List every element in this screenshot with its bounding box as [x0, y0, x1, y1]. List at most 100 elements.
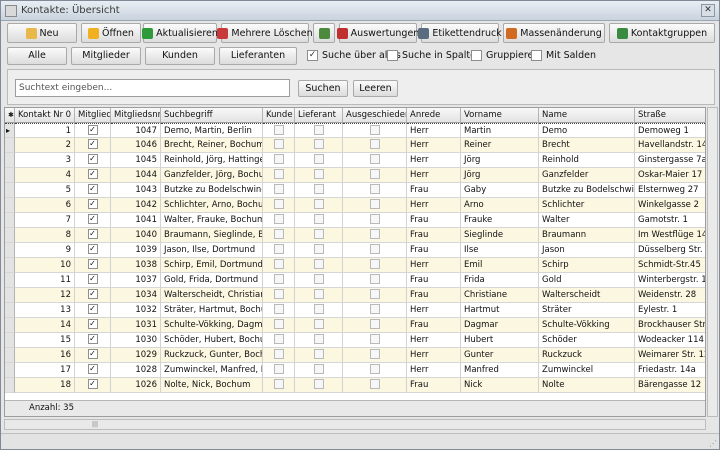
checkbox[interactable]: ✓: [87, 363, 98, 374]
filter-check-2[interactable]: Gruppieren: [471, 50, 539, 61]
cell-mitglied[interactable]: ✓: [75, 228, 111, 243]
cell-ausgeschieden[interactable]: [343, 153, 407, 168]
cell-ausgeschieden[interactable]: [343, 183, 407, 198]
resize-grip-icon[interactable]: ⋰: [709, 439, 717, 448]
checkbox[interactable]: [531, 50, 542, 61]
filter-button-kunden[interactable]: Kunden: [145, 47, 215, 65]
checkbox[interactable]: [273, 258, 284, 269]
checkbox[interactable]: [273, 288, 284, 299]
filter-check-1[interactable]: Suche in Spalten: [387, 50, 482, 61]
cell-ausgeschieden[interactable]: [343, 138, 407, 153]
checkbox[interactable]: [313, 273, 324, 284]
checkbox[interactable]: ✓: [307, 50, 318, 61]
cell-kunde[interactable]: [263, 318, 295, 333]
checkbox[interactable]: [313, 258, 324, 269]
cell-kunde[interactable]: [263, 138, 295, 153]
cell-ausgeschieden[interactable]: [343, 243, 407, 258]
cell-mitglied[interactable]: ✓: [75, 183, 111, 198]
table-row[interactable]: 18 ✓ 1026 Nolte, Nick, Bochum Frau Nick Nolte B…: [5, 378, 705, 393]
export-button[interactable]: [313, 23, 335, 43]
cell-ausgeschieden[interactable]: [343, 273, 407, 288]
checkbox[interactable]: [369, 363, 380, 374]
checkbox[interactable]: [313, 228, 324, 239]
checkbox[interactable]: ✓: [87, 243, 98, 254]
row-indicator[interactable]: [5, 243, 15, 258]
checkbox[interactable]: ✓: [87, 168, 98, 179]
cell-lieferant[interactable]: [295, 198, 343, 213]
row-indicator[interactable]: [5, 333, 15, 348]
filter-button-alle[interactable]: Alle: [7, 47, 67, 65]
checkbox[interactable]: [313, 243, 324, 254]
checkbox[interactable]: [273, 168, 284, 179]
filter-button-lieferanten[interactable]: Lieferanten: [219, 47, 297, 65]
cell-mitglied[interactable]: ✓: [75, 198, 111, 213]
checkbox[interactable]: [369, 303, 380, 314]
cell-mitglied[interactable]: ✓: [75, 243, 111, 258]
cell-kunde[interactable]: [263, 168, 295, 183]
mehrere-loeschen-button[interactable]: Mehrere Löschen: [217, 23, 313, 43]
checkbox[interactable]: [273, 303, 284, 314]
checkbox[interactable]: ✓: [87, 183, 98, 194]
cell-mitglied[interactable]: ✓: [75, 168, 111, 183]
row-indicator[interactable]: [5, 378, 15, 393]
cell-lieferant[interactable]: [295, 363, 343, 378]
checkbox[interactable]: ✓: [87, 318, 98, 329]
checkbox[interactable]: ✓: [87, 138, 98, 149]
checkbox[interactable]: ✓: [87, 198, 98, 209]
search-button[interactable]: Suchen: [298, 80, 348, 97]
column-header-7[interactable]: Anrede: [407, 108, 461, 123]
row-indicator[interactable]: [5, 138, 15, 153]
cell-ausgeschieden[interactable]: [343, 213, 407, 228]
cell-mitglied[interactable]: ✓: [75, 348, 111, 363]
table-row[interactable]: 10 ✓ 1038 Schirp, Emil, Dortmund Herr Emil Sch…: [5, 258, 705, 273]
column-header-4[interactable]: Kunde: [263, 108, 295, 123]
neu-button[interactable]: Neu: [7, 23, 77, 43]
cell-lieferant[interactable]: [295, 258, 343, 273]
cell-ausgeschieden[interactable]: [343, 258, 407, 273]
aktualisieren-button[interactable]: Aktualisieren: [142, 23, 218, 43]
cell-ausgeschieden[interactable]: [343, 348, 407, 363]
checkbox[interactable]: [369, 318, 380, 329]
row-indicator[interactable]: [5, 198, 15, 213]
table-row[interactable]: 17 ✓ 1028Zumwinckel, Manfred, Boc HerrManfr…: [5, 363, 705, 378]
table-row[interactable]: 3 ✓ 1045 Reinhold, Jörg, Hattingen Herr Jörg R…: [5, 153, 705, 168]
cell-kunde[interactable]: [263, 303, 295, 318]
cell-lieferant[interactable]: [295, 243, 343, 258]
checkbox[interactable]: [313, 378, 324, 389]
cell-kunde[interactable]: [263, 378, 295, 393]
checkbox[interactable]: ✓: [87, 258, 98, 269]
checkbox[interactable]: [387, 50, 398, 61]
cell-lieferant[interactable]: [295, 168, 343, 183]
row-indicator[interactable]: [5, 228, 15, 243]
row-indicator[interactable]: [5, 303, 15, 318]
checkbox[interactable]: ✓: [87, 153, 98, 164]
cell-ausgeschieden[interactable]: [343, 318, 407, 333]
cell-kunde[interactable]: [263, 348, 295, 363]
checkbox[interactable]: [273, 318, 284, 329]
checkbox[interactable]: [369, 183, 380, 194]
checkbox[interactable]: [273, 348, 284, 359]
checkbox[interactable]: [369, 348, 380, 359]
table-row[interactable]: 15 ✓ 1030 Schöder, Hubert, Bochum Herr Hubert…: [5, 333, 705, 348]
checkbox[interactable]: ✓: [87, 213, 98, 224]
checkbox[interactable]: [273, 198, 284, 209]
checkbox[interactable]: ✓: [87, 124, 98, 135]
table-row[interactable]: ▸ 1 ✓ 1047 Demo, Martin, Berlin Herr Martin Dem…: [5, 123, 705, 138]
checkbox[interactable]: ✓: [87, 348, 98, 359]
table-row[interactable]: 13 ✓ 1032Sträter, Hartmut, Bochum HerrHartm…: [5, 303, 705, 318]
checkbox[interactable]: ✓: [87, 288, 98, 299]
row-indicator[interactable]: [5, 363, 15, 378]
column-header-5[interactable]: Lieferant: [295, 108, 343, 123]
cell-lieferant[interactable]: [295, 138, 343, 153]
table-row[interactable]: 5 ✓ 1043Butzke zu Bodelschwingh, FrauGabyBu…: [5, 183, 705, 198]
cell-ausgeschieden[interactable]: [343, 378, 407, 393]
filter-icon[interactable]: ✱: [8, 111, 14, 119]
checkbox[interactable]: [273, 213, 284, 224]
cell-kunde[interactable]: [263, 228, 295, 243]
checkbox[interactable]: [313, 363, 324, 374]
cell-kunde[interactable]: [263, 273, 295, 288]
checkbox[interactable]: [273, 333, 284, 344]
table-row[interactable]: 2 ✓ 1046 Brecht, Reiner, Bochum Herr Reiner Br…: [5, 138, 705, 153]
cell-lieferant[interactable]: [295, 183, 343, 198]
cell-kunde[interactable]: [263, 258, 295, 273]
